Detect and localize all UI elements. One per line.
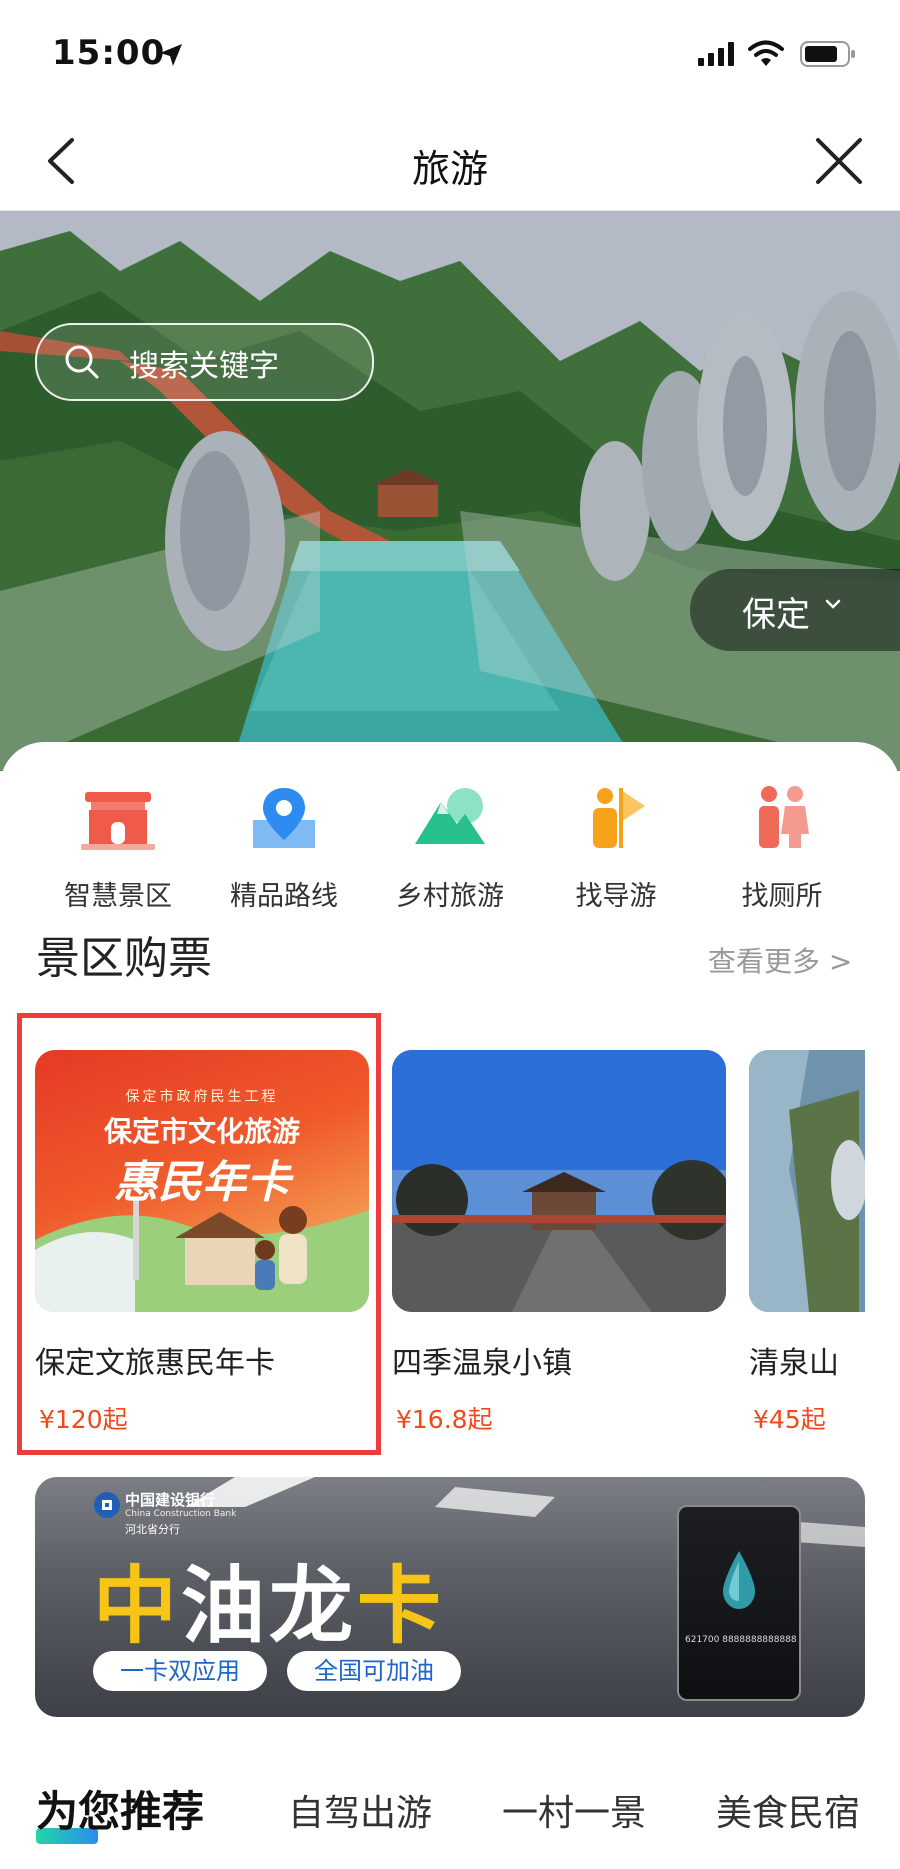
ticket-price: ¥16.8起: [396, 1400, 493, 1436]
currency-symbol: ¥: [39, 1405, 55, 1434]
price-suffix: 起: [800, 1405, 826, 1434]
guide-flag-icon: [593, 788, 645, 848]
tab-self-drive[interactable]: 自驾出游: [288, 1784, 432, 1836]
card-headline: 惠民年卡: [114, 1157, 290, 1208]
city-selector[interactable]: 保定: [690, 569, 900, 651]
category-label: 找导游: [575, 881, 657, 912]
category-label: 精品路线: [230, 881, 338, 912]
map-pin-icon: [253, 788, 315, 848]
ticket-price: ¥45起: [753, 1400, 826, 1436]
chevron-down-icon: [825, 599, 841, 609]
ticket-image: [749, 1050, 865, 1312]
search-icon: [65, 345, 99, 379]
oil-drop-icon: [723, 1551, 755, 1609]
price-value: 16.8: [411, 1405, 468, 1434]
battery-icon: [800, 41, 855, 67]
scenery-illustration: [0, 211, 900, 771]
tab-food-lodging[interactable]: 美食民宿: [716, 1784, 860, 1836]
category-find-restroom[interactable]: 找厕所: [702, 784, 862, 924]
hot-spring-town-photo: [392, 1050, 726, 1312]
status-time: 15:00: [52, 33, 166, 73]
category-label: 智慧景区: [64, 881, 172, 912]
card-number: 621700 8888888888888: [685, 1635, 797, 1645]
ccb-logo-icon: [94, 1492, 120, 1518]
ticket-price: ¥120起: [39, 1400, 128, 1436]
category-find-guide[interactable]: 找导游: [536, 784, 696, 924]
ticket-name: 保定文旅惠民年卡: [35, 1346, 275, 1381]
scenic-gate-icon: [81, 792, 155, 850]
close-icon[interactable]: [812, 134, 866, 188]
tab-village-scenery[interactable]: 一村一景: [502, 1784, 646, 1836]
banner-title-char: 油: [181, 1557, 270, 1655]
ticket-image: 保定市政府民生工程 保定市文化旅游 惠民年卡: [35, 1050, 369, 1312]
card-title: 保定市文化旅游: [103, 1115, 300, 1148]
price-value: 45: [768, 1405, 801, 1434]
ticket-image: [392, 1050, 726, 1312]
price-value: 120: [54, 1405, 103, 1434]
banner-tag: 一卡双应用: [93, 1651, 267, 1691]
bank-name: 中国建设银行: [125, 1491, 216, 1509]
nav-bar: 旅游: [0, 110, 900, 211]
search-placeholder: 搜索关键字: [129, 349, 279, 384]
city-name: 保定: [742, 595, 810, 635]
bank-branch: 河北省分行: [125, 1523, 180, 1536]
card-subtitle: 保定市政府民生工程: [125, 1089, 279, 1105]
wifi-icon: [748, 40, 784, 66]
bank-english-name: China Construction Bank: [125, 1509, 237, 1519]
mountain-icon: [415, 788, 485, 844]
view-more-link[interactable]: 查看更多 >: [708, 940, 852, 980]
ticket-name: 清泉山: [749, 1346, 839, 1381]
ticket-name: 四季温泉小镇: [392, 1346, 572, 1381]
category-smart-scenic[interactable]: 智慧景区: [38, 784, 198, 924]
banner-tag: 全国可加油: [287, 1651, 461, 1691]
qingquan-mountain-photo: [749, 1050, 865, 1312]
ticket-card[interactable]: 四季温泉小镇 ¥16.8起: [392, 1050, 726, 1434]
currency-symbol: ¥: [753, 1405, 769, 1434]
page-title: 旅游: [411, 147, 488, 191]
hero-banner-image: 搜索关键字 保定: [0, 211, 900, 771]
category-rural-tourism[interactable]: 乡村旅游: [370, 784, 530, 924]
status-bar: 15:00: [0, 0, 900, 110]
location-arrow-icon: [160, 44, 182, 66]
ticket-card[interactable]: 清泉山 ¥45起: [749, 1050, 865, 1450]
banner-title-char: 龙: [269, 1557, 358, 1655]
tab-recommended[interactable]: 为您推荐: [36, 1778, 204, 1839]
banner-title: 中油龙卡: [93, 1539, 445, 1660]
bank-card-image: 621700 8888888888888: [677, 1505, 801, 1701]
price-suffix: 起: [102, 1405, 128, 1434]
currency-symbol: ¥: [396, 1405, 412, 1434]
banner-title-char: 卡: [357, 1557, 446, 1655]
promo-banner[interactable]: 中国建设银行 China Construction Bank 河北省分行 中油龙…: [35, 1477, 865, 1717]
recommendation-tabs: 为您推荐 自驾出游 一村一景 美食民宿: [0, 1768, 900, 1868]
price-suffix: 起: [467, 1405, 493, 1434]
ticket-card[interactable]: 保定市政府民生工程 保定市文化旅游 惠民年卡 保定文旅惠民年卡 ¥120起: [35, 1050, 369, 1434]
signal-icon: [698, 42, 734, 66]
category-routes[interactable]: 精品路线: [204, 784, 364, 924]
section-title: 景区购票: [36, 933, 212, 984]
restroom-icon: [759, 786, 809, 848]
category-label: 找厕所: [741, 881, 823, 912]
category-label: 乡村旅游: [396, 881, 504, 912]
banner-title-char: 中: [93, 1557, 182, 1655]
search-input[interactable]: 搜索关键字: [35, 323, 374, 401]
